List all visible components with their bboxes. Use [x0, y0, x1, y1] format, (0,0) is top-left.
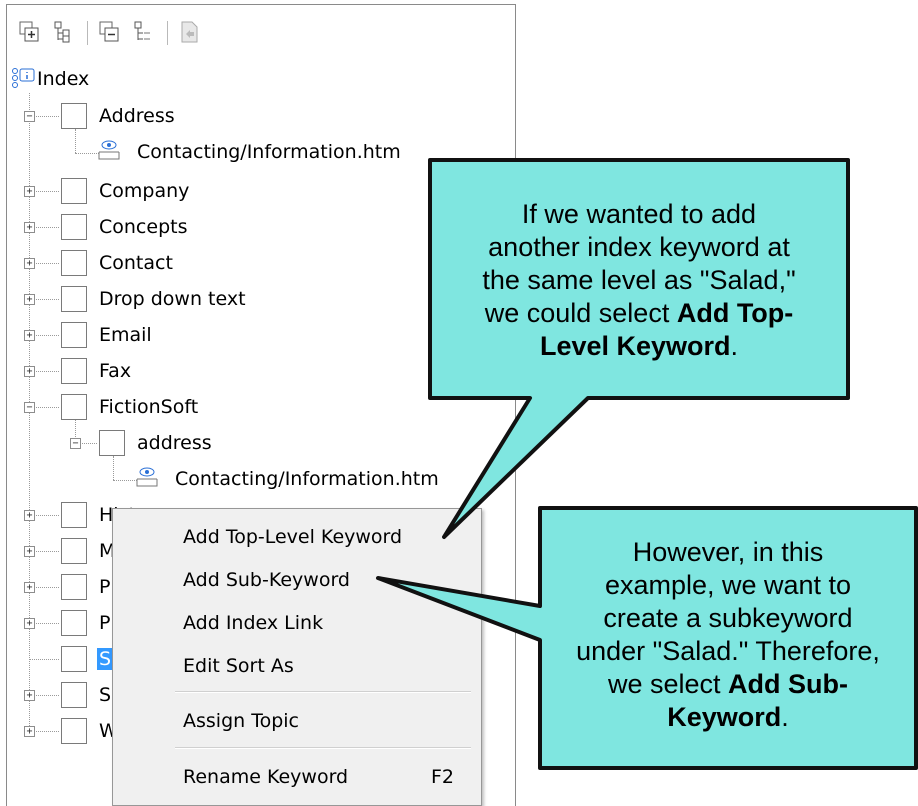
callout-bottom-text: However, in this example, we want to cre…: [576, 537, 880, 732]
callout-top-text: If we wanted to add another index keywor…: [482, 199, 796, 361]
